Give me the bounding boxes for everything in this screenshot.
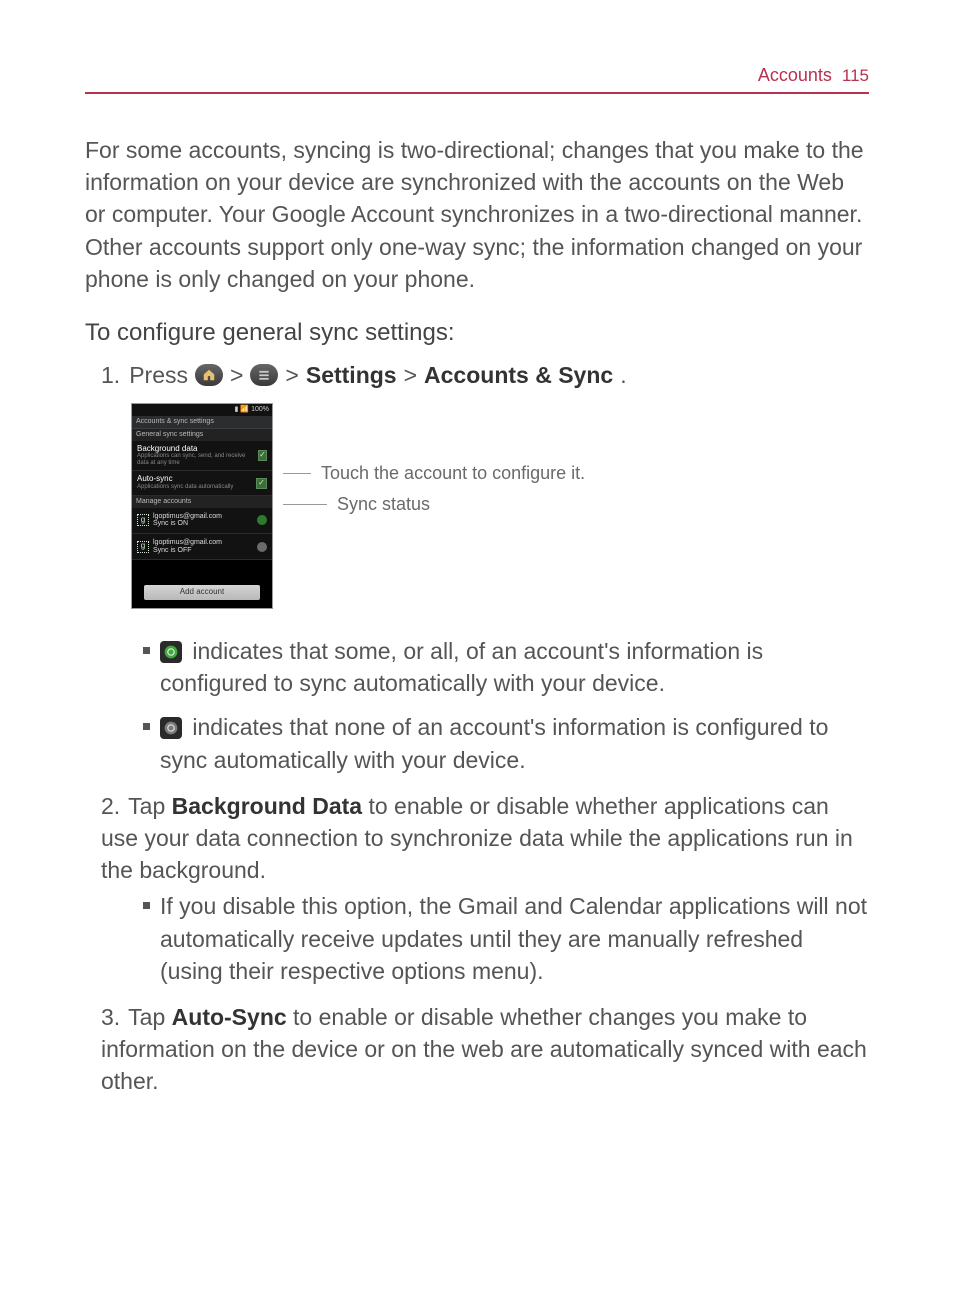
step-2-sub: If you disable this option, the Gmail an… — [143, 890, 869, 987]
checkbox-icon: ✓ — [256, 478, 267, 489]
step-1-line: 1. Press > > Settings > Accounts & Sync. — [101, 359, 869, 391]
sync-status-dot — [257, 542, 267, 552]
screenshot-callouts: Touch the account to configure it. Sync … — [283, 403, 585, 523]
step-1: 1. Press > > Settings > Accounts & Sync.… — [101, 359, 869, 776]
google-badge-icon: g — [137, 541, 149, 553]
intro-paragraph: For some accounts, syncing is two-direct… — [85, 134, 869, 295]
sync-status-dot — [257, 515, 267, 525]
header-page-num: 115 — [842, 66, 869, 86]
ss-section-manage: Manage accounts — [132, 496, 272, 508]
ss-status-bar: ▮📶100% — [132, 404, 272, 416]
bullet-sync-gray: indicates that none of an account's info… — [143, 711, 869, 775]
auto-sync-label: Auto-Sync — [172, 1004, 287, 1030]
ss-account-1: g lgoptimus@gmail.com Sync is ON — [132, 508, 272, 534]
step-3: 3. Tap Auto-Sync to enable or disable wh… — [101, 1001, 869, 1098]
sync-on-icon — [160, 641, 182, 663]
step-2: 2. Tap Background Data to enable or disa… — [101, 790, 869, 987]
callout-status: Sync status — [337, 492, 430, 517]
page-header: Accounts 115 — [85, 65, 869, 94]
menu-button-icon — [250, 364, 278, 386]
checkbox-icon: ✓ — [258, 450, 267, 461]
accounts-sync-label: Accounts & Sync — [424, 359, 613, 391]
home-button-icon — [195, 364, 223, 386]
ss-title: Accounts & sync settings — [132, 416, 272, 429]
ss-account-2: g lgoptimus@gmail.com Sync is OFF — [132, 534, 272, 560]
background-data-label: Background Data — [172, 793, 362, 819]
bullet-sync-green: indicates that some, or all, of an accou… — [143, 635, 869, 699]
ss-add-account-button: Add account — [144, 585, 260, 600]
header-section: Accounts — [758, 65, 832, 86]
screenshot-accounts-sync: ▮📶100% Accounts & sync settings General … — [131, 403, 273, 609]
ss-item-background-data: Background data Applications can sync, s… — [132, 441, 272, 472]
subheading: To configure general sync settings: — [85, 319, 869, 347]
sync-off-icon — [160, 717, 182, 739]
settings-label: Settings — [306, 359, 397, 391]
google-badge-icon: g — [137, 514, 149, 526]
ss-section-general: General sync settings — [132, 429, 272, 441]
ss-item-auto-sync: Auto-sync Applications sync data automat… — [132, 471, 272, 495]
callout-configure: Touch the account to configure it. — [321, 461, 585, 486]
